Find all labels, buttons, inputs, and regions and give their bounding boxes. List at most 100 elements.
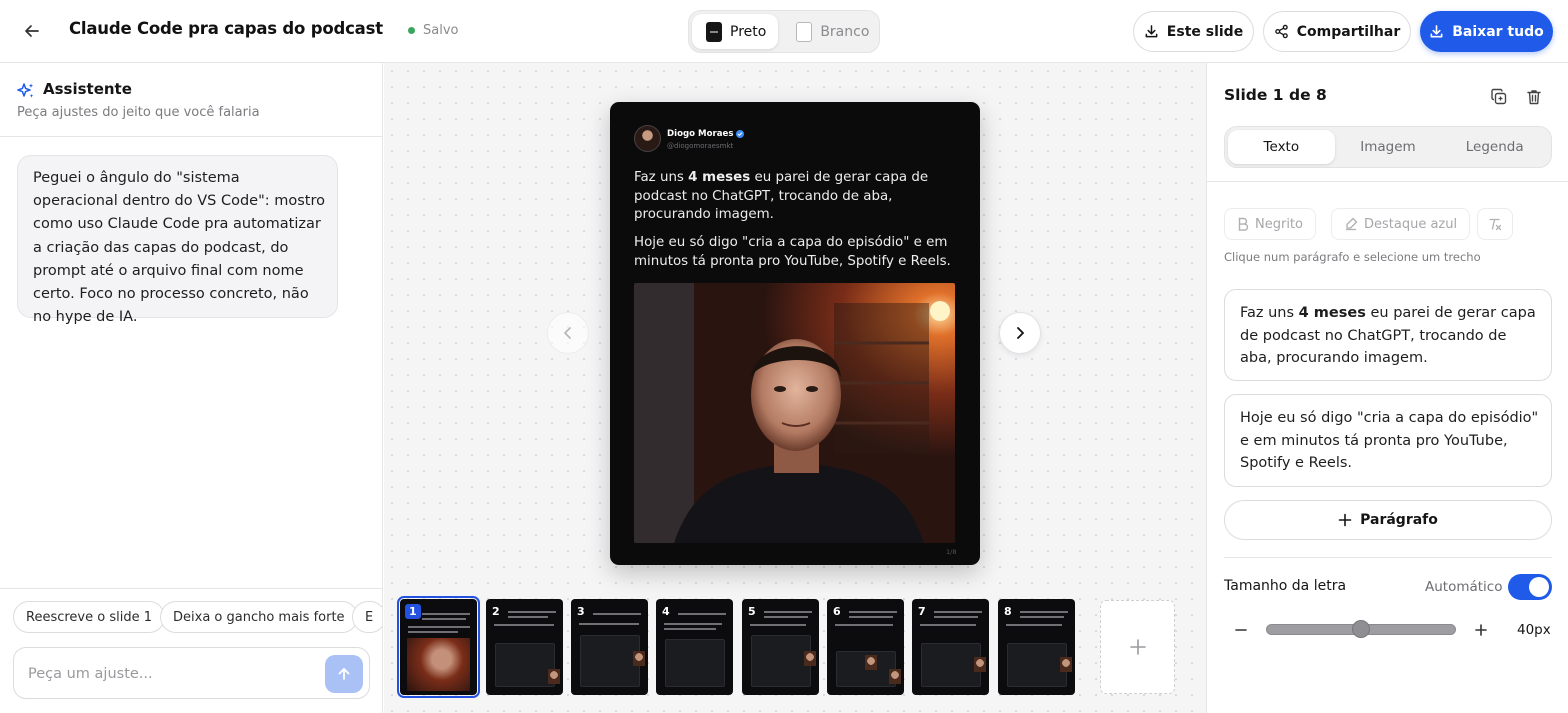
inspector-tabs: Texto Imagem Legenda [1224, 126, 1552, 168]
suggestion-chip[interactable]: Reescreve o slide 1 [13, 601, 165, 633]
highlighter-icon [1344, 217, 1358, 231]
thumbnail-number: 2 [492, 605, 500, 618]
sparkles-icon [16, 81, 36, 101]
slide-paragraph-1: Faz uns 4 meses eu parei de gerar capa d… [634, 169, 954, 225]
send-button[interactable] [325, 655, 363, 693]
download-icon [1429, 24, 1444, 39]
copy-icon [1490, 88, 1508, 106]
toggle-knob [1529, 577, 1549, 597]
slide-thumbnail[interactable]: 4 [656, 599, 733, 695]
delete-slide-button[interactable] [1522, 85, 1546, 109]
thumbnail-number: 6 [833, 605, 841, 618]
slide-thumbnail[interactable]: 6 [827, 599, 904, 695]
back-button[interactable] [18, 17, 46, 45]
download-all-label: Baixar tudo [1452, 23, 1544, 40]
save-status: Salvo [408, 23, 458, 38]
assistant-message: Peguei o ângulo do "sistema operacional … [17, 155, 338, 325]
prompt-box [13, 647, 370, 699]
divider [1207, 181, 1568, 182]
slide-thumbnail[interactable]: 1 [397, 596, 480, 698]
chevron-right-icon [1013, 326, 1027, 340]
share-button[interactable]: Compartilhar [1263, 11, 1411, 52]
tab-texto[interactable]: Texto [1228, 130, 1335, 164]
document-title[interactable]: Claude Code pra capas do podcast [69, 19, 383, 38]
inspector-panel: Slide 1 de 8 Texto Imagem Legenda Negrit… [1206, 63, 1568, 713]
clear-format-button[interactable] [1477, 208, 1513, 240]
download-this-slide-button[interactable]: Este slide [1133, 11, 1254, 52]
light-swatch-icon [796, 21, 813, 42]
slide-thumbnail[interactable]: 2 [486, 599, 563, 695]
prompt-input[interactable] [28, 660, 318, 688]
inspector-title: Slide 1 de 8 [1224, 86, 1327, 104]
theme-option-branco[interactable]: Branco [782, 14, 881, 49]
thumbnail-number: 1 [405, 604, 421, 619]
theme-option-label: Branco [820, 23, 870, 40]
divider [1224, 557, 1552, 558]
increase-font-size-button[interactable] [1470, 619, 1492, 641]
suggestion-chip[interactable]: E [352, 601, 382, 633]
add-paragraph-button[interactable]: Parágrafo [1224, 500, 1552, 540]
theme-toggle: Preto Branco [688, 10, 880, 53]
plus-icon [1338, 513, 1352, 527]
share-icon [1274, 24, 1289, 39]
slider-thumb[interactable] [1352, 620, 1370, 638]
highlight-blue-button[interactable]: Destaque azul [1331, 208, 1471, 240]
duplicate-slide-button[interactable] [1487, 85, 1511, 109]
auto-size-label: Automático [1425, 579, 1503, 595]
bold-button[interactable]: Negrito [1224, 208, 1316, 240]
assistant-subtitle: Peça ajustes do jeito que você falaria [17, 105, 260, 120]
format-hint: Clique num parágrafo e selecione um trec… [1224, 250, 1481, 264]
slide-thumbnail[interactable]: 8 [998, 599, 1075, 695]
bold-icon [1237, 217, 1249, 231]
font-size-value: 40px [1517, 622, 1551, 638]
thumbnail-number: 5 [748, 605, 756, 618]
arrow-left-icon [23, 22, 41, 40]
clear-format-icon [1488, 217, 1502, 231]
download-all-button[interactable]: Baixar tudo [1420, 11, 1553, 52]
suggestion-chips: Reescreve o slide 1 Deixa o gancho mais … [0, 588, 382, 643]
author-handle: @diogomoraesmkt [667, 142, 734, 150]
thumbnail-number: 8 [1004, 605, 1012, 618]
dark-swatch-icon [706, 21, 722, 42]
next-slide-button[interactable] [999, 312, 1041, 354]
suggestion-chip[interactable]: Deixa o gancho mais forte [160, 601, 358, 633]
previous-slide-button[interactable] [547, 312, 589, 354]
plus-icon [1474, 623, 1488, 637]
decrease-font-size-button[interactable] [1230, 619, 1252, 641]
thumbnail-photo [407, 638, 470, 691]
minus-icon [1234, 623, 1248, 637]
arrow-up-icon [336, 666, 352, 682]
text-run: Faz uns [634, 170, 689, 185]
slide-canvas: Diogo Moraes @diogomoraesmkt Faz uns 4 m… [384, 63, 1206, 713]
plus-icon [1129, 638, 1147, 656]
theme-option-label: Preto [730, 23, 767, 40]
tab-legenda[interactable]: Legenda [1441, 130, 1548, 164]
assistant-panel: Assistente Peça ajustes do jeito que voc… [0, 63, 383, 713]
slide-thumbnail[interactable]: 5 [742, 599, 819, 695]
author-name-label: Diogo Moraes [667, 129, 734, 139]
paragraph-editor[interactable]: Hoje eu só digo "cria a capa do episódio… [1224, 394, 1552, 487]
text-run: Faz uns [1240, 305, 1299, 321]
thumbnail-number: 4 [662, 605, 670, 618]
theme-option-preto[interactable]: Preto [692, 14, 779, 49]
slide-thumbnail[interactable]: 7 [912, 599, 989, 695]
share-label: Compartilhar [1296, 23, 1401, 40]
thumbnail-number: 3 [577, 605, 585, 618]
slide-paragraph-2: Hoje eu só digo "cria a capa do episódio… [634, 235, 951, 269]
auto-size-toggle[interactable] [1508, 574, 1552, 600]
author-avatar [634, 125, 661, 152]
font-size-slider[interactable] [1266, 620, 1456, 638]
chevron-left-icon [561, 326, 575, 340]
highlight-label: Destaque azul [1364, 216, 1458, 232]
add-paragraph-label: Parágrafo [1360, 512, 1438, 528]
slide-preview[interactable]: Diogo Moraes @diogomoraesmkt Faz uns 4 m… [610, 102, 980, 565]
add-slide-button[interactable] [1100, 600, 1175, 694]
download-icon [1144, 24, 1159, 39]
tab-imagem[interactable]: Imagem [1335, 130, 1442, 164]
assistant-title: Assistente [43, 80, 132, 98]
paragraph-editor[interactable]: Faz uns 4 meses eu parei de gerar capa d… [1224, 289, 1552, 381]
trash-icon [1525, 88, 1543, 106]
assistant-header: Assistente Peça ajustes do jeito que voc… [0, 63, 382, 137]
bold-label: Negrito [1255, 216, 1303, 232]
slide-thumbnail[interactable]: 3 [571, 599, 648, 695]
